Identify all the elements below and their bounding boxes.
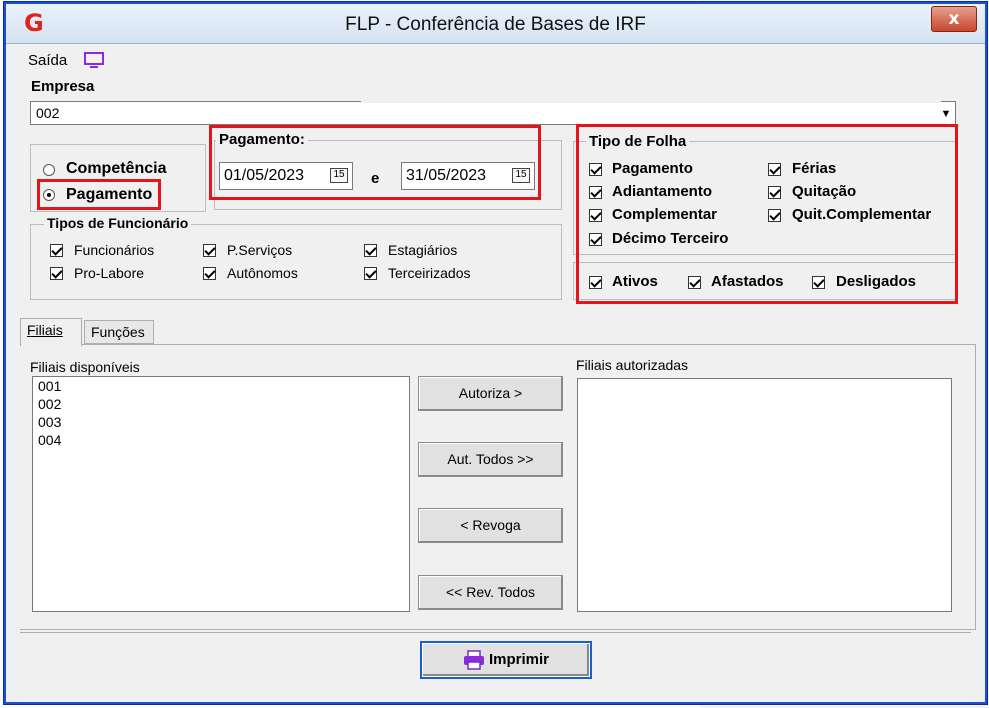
background-window-fragment xyxy=(708,704,948,708)
saida-menu[interactable]: Saída xyxy=(28,52,67,69)
window-title: FLP - Conferência de Bases de IRF xyxy=(345,14,646,35)
autoriza-button-label: Autoriza > xyxy=(458,385,523,401)
list-item[interactable]: 004 xyxy=(33,431,409,449)
list-item[interactable]: 003 xyxy=(33,413,409,431)
aut-todos-button[interactable]: Aut. Todos >> xyxy=(418,442,563,477)
imprimir-button-label: Imprimir xyxy=(488,651,549,668)
dropdown-arrow-icon[interactable]: ▼ xyxy=(937,102,955,124)
terceirizados-checkbox[interactable] xyxy=(364,267,377,280)
revoga-button-label: < Revoga xyxy=(460,517,521,533)
funcionarios-checkbox[interactable] xyxy=(50,244,63,257)
competencia-radio[interactable] xyxy=(43,164,55,176)
printer-icon xyxy=(463,650,484,670)
combo-top-edge xyxy=(361,101,941,103)
filiais-autorizadas-list[interactable] xyxy=(577,378,952,612)
aut-todos-button-label: Aut. Todos >> xyxy=(447,451,534,467)
footer-divider xyxy=(20,632,971,633)
autoriza-button[interactable]: Autoriza > xyxy=(418,376,563,411)
empresa-combo[interactable]: 002 ▼ xyxy=(30,101,956,125)
imprimir-button[interactable]: Imprimir xyxy=(420,641,592,679)
pro-labore-checkbox[interactable] xyxy=(50,267,63,280)
rev-todos-button-label: << Rev. Todos xyxy=(446,584,535,600)
dialog-window: G FLP - Conferência de Bases de IRF x Sa… xyxy=(4,2,987,704)
tab-filiais[interactable]: Filiais xyxy=(20,318,82,346)
revoga-button[interactable]: < Revoga xyxy=(418,508,563,543)
highlight-pagamento-dates xyxy=(209,125,541,200)
rev-todos-button[interactable]: << Rev. Todos xyxy=(418,575,563,610)
filiais-disponiveis-list[interactable]: 001 002 003 004 xyxy=(32,376,410,612)
filiais-disponiveis-label: Filiais disponíveis xyxy=(30,359,140,375)
tab-funcoes[interactable]: Funções xyxy=(84,320,154,344)
filiais-autorizadas-label: Filiais autorizadas xyxy=(576,357,689,373)
estagiarios-checkbox[interactable] xyxy=(364,244,377,257)
close-button[interactable]: x xyxy=(931,6,977,32)
list-item[interactable]: 001 xyxy=(33,377,409,395)
monitor-icon[interactable] xyxy=(84,52,104,68)
competencia-label: Competência xyxy=(66,160,167,177)
title-bar[interactable]: G FLP - Conferência de Bases de IRF x xyxy=(6,4,985,44)
list-item[interactable]: 002 xyxy=(33,395,409,413)
p-servicos-checkbox[interactable] xyxy=(203,244,216,257)
highlight-tipo-folha xyxy=(576,124,958,304)
empresa-label: Empresa xyxy=(31,78,95,95)
highlight-pagamento-radio xyxy=(37,179,161,210)
terceirizados-label: Terceirizados xyxy=(388,265,471,281)
tab-funcoes-label: Funções xyxy=(91,324,145,340)
autonomos-checkbox[interactable] xyxy=(203,267,216,280)
p-servicos-label: P.Serviços xyxy=(227,242,293,258)
tipos-funcionario-title: Tipos de Funcionário xyxy=(44,215,192,231)
tipos-funcionario-group xyxy=(30,224,562,300)
empresa-value: 002 xyxy=(36,105,60,121)
tab-filiais-label: Filiais xyxy=(27,322,63,338)
funcionarios-label: Funcionários xyxy=(74,242,155,258)
pro-labore-label: Pro-Labore xyxy=(74,265,145,281)
autonomos-label: Autônomos xyxy=(227,265,298,281)
estagiarios-label: Estagiários xyxy=(388,242,458,258)
